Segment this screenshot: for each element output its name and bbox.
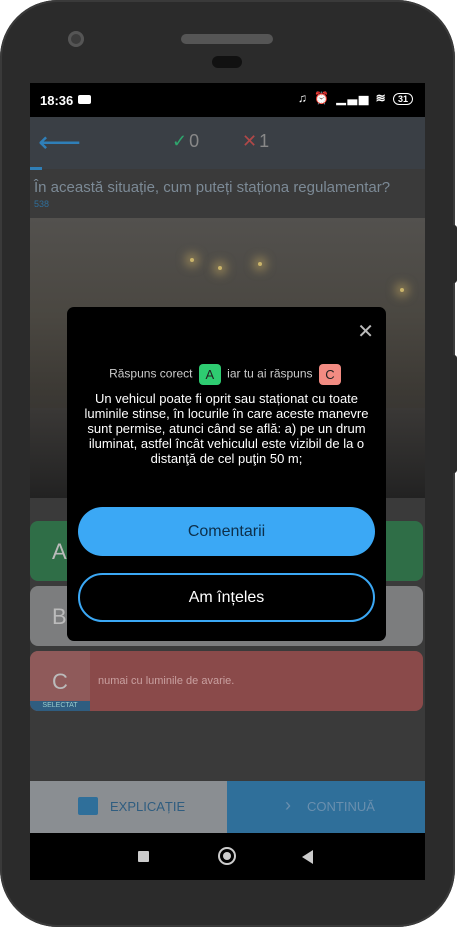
street-lamp xyxy=(190,258,194,262)
earpiece-speaker xyxy=(181,34,273,44)
street-lamp xyxy=(218,266,222,270)
chevron-right-icon: › xyxy=(285,795,291,815)
phone-frame: 18:36 ♫ ⏰ ▁▃▅ ≋ 31 ⟵ ✓ 0 ✕ 1 În această si… xyxy=(0,0,457,927)
app-bar: ⟵ ✓ 0 ✕ 1 xyxy=(30,117,425,169)
back-arrow-icon[interactable]: ⟵ xyxy=(38,125,81,160)
answer-letter: C xyxy=(52,669,68,694)
home-icon[interactable] xyxy=(218,847,236,865)
answer-letter: A xyxy=(52,539,67,564)
alarm-icon: ⏰ xyxy=(314,91,332,105)
correct-count: 0 xyxy=(189,131,200,151)
explanation-button[interactable]: EXPLICAȚIE xyxy=(30,781,227,833)
screen: 18:36 ♫ ⏰ ▁▃▅ ≋ 31 ⟵ ✓ 0 ✕ 1 În această si… xyxy=(30,83,425,880)
recents-icon[interactable] xyxy=(138,851,149,862)
continue-button[interactable]: › CONTINUĂ xyxy=(227,781,425,833)
explanation-label: EXPLICAȚIE xyxy=(110,799,186,814)
status-time: 18:36 xyxy=(40,93,74,108)
question-text: În această situație, cum puteți staționa… xyxy=(34,179,391,196)
user-letter-badge: C xyxy=(318,364,341,385)
street-lamp xyxy=(400,288,404,292)
wifi-icon: ≋ xyxy=(375,91,388,105)
front-camera xyxy=(68,31,84,47)
back-icon[interactable] xyxy=(302,850,313,864)
system-nav-bar xyxy=(30,833,425,880)
correct-prefix: Răspuns corect xyxy=(109,366,193,381)
wrong-score: ✕ 1 xyxy=(242,131,269,152)
answer-feedback-dialog: ✕ Răspuns corect A iar tu ai răspuns C U… xyxy=(67,307,386,641)
selected-badge: SELECTAT xyxy=(30,701,90,711)
street-lamp xyxy=(258,262,262,266)
wrong-count: 1 xyxy=(259,131,270,151)
answer-text: numai cu luminile de avarie. xyxy=(98,675,235,687)
volume-button xyxy=(451,225,457,283)
answer-c[interactable]: C numai cu luminile de avarie. SELECTAT xyxy=(30,651,423,711)
status-bar: 18:36 ♫ ⏰ ▁▃▅ ≋ 31 xyxy=(30,83,425,117)
battery-icon: 31 xyxy=(392,92,413,105)
book-icon xyxy=(78,797,98,815)
understood-button[interactable]: Am înțeles xyxy=(78,573,375,622)
correct-score: ✓ 0 xyxy=(172,131,199,152)
explanation-text: Un vehicul poate fi oprit sau staționat … xyxy=(84,391,369,466)
power-button xyxy=(451,355,457,473)
mute-icon: ♫ xyxy=(297,91,309,105)
signal-icon: ▁▃▅ xyxy=(336,91,371,105)
cross-icon: ✕ xyxy=(242,131,258,151)
question-id: 538 xyxy=(34,199,50,209)
youtube-icon xyxy=(78,95,91,104)
check-icon: ✓ xyxy=(172,131,188,151)
middle-text: iar tu ai răspuns xyxy=(227,366,313,381)
answer-summary: Răspuns corect A iar tu ai răspuns C xyxy=(67,364,386,385)
proximity-sensor xyxy=(212,56,242,68)
progress-bar xyxy=(30,167,42,170)
comments-button[interactable]: Comentarii xyxy=(78,507,375,556)
status-icons: ♫ ⏰ ▁▃▅ ≋ 31 xyxy=(298,91,413,105)
answer-letter: B xyxy=(52,604,67,629)
close-icon[interactable]: ✕ xyxy=(357,319,374,344)
continue-label: CONTINUĂ xyxy=(307,799,375,814)
correct-letter-badge: A xyxy=(198,364,221,385)
